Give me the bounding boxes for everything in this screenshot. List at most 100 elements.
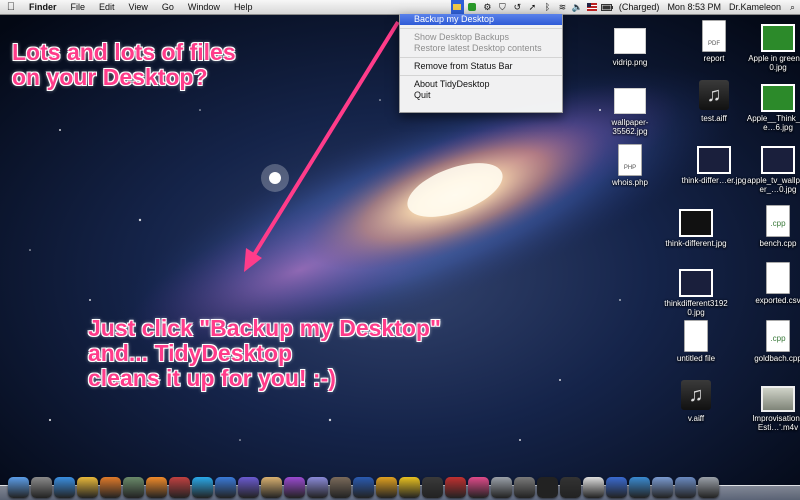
- menu-separator: [400, 28, 562, 29]
- desktop-file-icon[interactable]: .cpp bench.cpp: [745, 205, 800, 265]
- menu-edit[interactable]: Edit: [92, 0, 122, 14]
- document-icon: [766, 262, 790, 294]
- tidydesktop-menu: Backup my Desktop Show Desktop Backups R…: [399, 14, 563, 113]
- image-thumbnail-icon: [614, 88, 646, 114]
- heart-icon[interactable]: [468, 477, 489, 498]
- menu-remove-status-bar[interactable]: Remove from Status Bar: [400, 61, 562, 72]
- app-icon[interactable]: [169, 477, 190, 498]
- desktop-file-icon[interactable]: Apple__Think_Gre…6.jpg: [745, 80, 800, 140]
- wifi-icon[interactable]: ≋: [556, 0, 569, 14]
- file-badge: .cpp: [770, 334, 786, 343]
- app-icon[interactable]: [284, 477, 305, 498]
- menu-show-backups: Show Desktop Backups: [414, 32, 510, 42]
- menu-about[interactable]: About TidyDesktop: [400, 79, 562, 90]
- desktop-file-icon[interactable]: think-different.jpg: [663, 205, 729, 265]
- menu-backup-desktop[interactable]: Backup my Desktop: [400, 14, 562, 25]
- desktop-file-icon[interactable]: vidrip.png: [597, 24, 663, 84]
- desktop-file-icon[interactable]: think-differ…er.jpg: [681, 142, 747, 202]
- skype-icon[interactable]: [192, 477, 213, 498]
- xcode-icon[interactable]: [606, 477, 627, 498]
- image-thumbnail-icon: [614, 28, 646, 54]
- menu-finder[interactable]: Finder: [22, 0, 64, 14]
- user-name[interactable]: Dr.Kameleon: [725, 0, 785, 14]
- fireworks-icon[interactable]: [399, 477, 420, 498]
- desktop-file-icon[interactable]: .cpp goldbach.cpp: [745, 320, 800, 380]
- dock: [0, 468, 800, 500]
- menu-view[interactable]: View: [122, 0, 155, 14]
- photo-booth-icon[interactable]: [445, 477, 466, 498]
- menu-quit[interactable]: Quit: [400, 90, 562, 101]
- menu-window[interactable]: Window: [181, 0, 227, 14]
- desktop-file-icon[interactable]: apple_tv_wallpaper_…0.jpg: [745, 142, 800, 202]
- desktop-file-icon[interactable]: ♫ v.aiff: [663, 380, 729, 440]
- battery-icon[interactable]: [601, 0, 614, 14]
- apple-icon[interactable]: : [0, 1, 22, 13]
- desktop-file-icon[interactable]: untitled file: [663, 320, 729, 380]
- bluetooth-icon[interactable]: ᛒ: [541, 0, 554, 14]
- tidydesktop-icon[interactable]: [450, 0, 464, 14]
- word-icon[interactable]: [353, 477, 374, 498]
- desktop-file-label: whois.php: [611, 178, 649, 187]
- desktop-file-icon[interactable]: wallpaper-35562.jpg: [597, 84, 663, 144]
- spotlight-icon[interactable]: ⌕: [786, 0, 799, 14]
- menu-help[interactable]: Help: [227, 0, 260, 14]
- desktop-file-icon[interactable]: thinkdifferent31920.jpg: [663, 265, 729, 325]
- menu-go[interactable]: Go: [155, 0, 181, 14]
- clock[interactable]: Mon 8:53 PM: [663, 0, 725, 14]
- document-icon: .cpp: [766, 205, 790, 237]
- docs-icon[interactable]: [652, 477, 673, 498]
- desktop-file-label: think-differ…er.jpg: [681, 176, 747, 185]
- desktop-file-label: exported.csv: [755, 296, 800, 305]
- menu-separator: [400, 57, 562, 58]
- stack-icon[interactable]: [238, 477, 259, 498]
- menu-file[interactable]: File: [64, 0, 93, 14]
- downloads-icon[interactable]: [675, 477, 696, 498]
- trash-icon[interactable]: [698, 477, 719, 498]
- desktop-file-icon[interactable]: Apple in green…0.jpg: [745, 20, 800, 80]
- prefs-icon[interactable]: [514, 477, 535, 498]
- terminal-icon[interactable]: [537, 477, 558, 498]
- desktop-file-label: goldbach.cpp: [754, 354, 800, 363]
- browser-icon[interactable]: [307, 477, 328, 498]
- textedit-icon[interactable]: [583, 477, 604, 498]
- music-note-icon: ♫: [681, 380, 711, 410]
- gimp-icon[interactable]: [330, 477, 351, 498]
- finder-icon[interactable]: [8, 477, 29, 498]
- status-extra-icon[interactable]: ⛉: [496, 0, 509, 14]
- time-machine-icon[interactable]: ↺: [511, 0, 524, 14]
- desktop-file-icon[interactable]: exported.csv: [745, 262, 800, 322]
- desktop-file-label: thinkdifferent31920.jpg: [664, 299, 728, 317]
- menu-bar:  Finder File Edit View Go Window Help ⚙…: [0, 0, 800, 15]
- caption-top: Lots and lots of files on your Desktop?: [12, 39, 236, 90]
- status-area: ⚙ ⛉ ↺ ➚ ᛒ ≋ 🔈 (Charged) Mon 8:53 PM Dr.K…: [450, 0, 800, 14]
- music-note-icon: ♫: [699, 80, 729, 110]
- desktop-file-label: think-different.jpg: [665, 239, 727, 248]
- itunes-icon[interactable]: [629, 477, 650, 498]
- package-icon[interactable]: [261, 477, 282, 498]
- chrome-icon[interactable]: [77, 477, 98, 498]
- image-thumbnail-icon: [679, 209, 713, 237]
- volume-icon[interactable]: 🔈: [571, 0, 584, 14]
- desktop-file-label: Improvisations Esti…'.m4v: [752, 414, 800, 432]
- desktop-file-label: test.aiff: [701, 114, 727, 123]
- status-app-icon[interactable]: [466, 0, 479, 14]
- console-icon[interactable]: [560, 477, 581, 498]
- feed-icon[interactable]: [376, 477, 397, 498]
- safari-icon[interactable]: [54, 477, 75, 498]
- deviantart-icon[interactable]: [123, 477, 144, 498]
- preview-icon[interactable]: [491, 477, 512, 498]
- desktop-file-icon[interactable]: PHP whois.php: [597, 144, 663, 204]
- desktop-file-icon[interactable]: ♫ test.aiff: [681, 80, 747, 140]
- xampp-icon[interactable]: [146, 477, 167, 498]
- gear-icon[interactable]: ⚙: [481, 0, 494, 14]
- dropbox-icon[interactable]: [215, 477, 236, 498]
- desktop-file-icon[interactable]: Improvisations Esti…'.m4v: [745, 380, 800, 440]
- flashbuilder-icon[interactable]: [422, 477, 443, 498]
- desktop-file-label: Apple in green…0.jpg: [748, 54, 800, 72]
- flag-icon[interactable]: [586, 0, 599, 14]
- rocket-icon[interactable]: ➚: [526, 0, 539, 14]
- launchpad-icon[interactable]: [31, 477, 52, 498]
- firefox-icon[interactable]: [100, 477, 121, 498]
- desktop-file-label: apple_tv_wallpaper_…0.jpg: [747, 176, 800, 194]
- desktop-file-icon[interactable]: PDF report: [681, 20, 747, 80]
